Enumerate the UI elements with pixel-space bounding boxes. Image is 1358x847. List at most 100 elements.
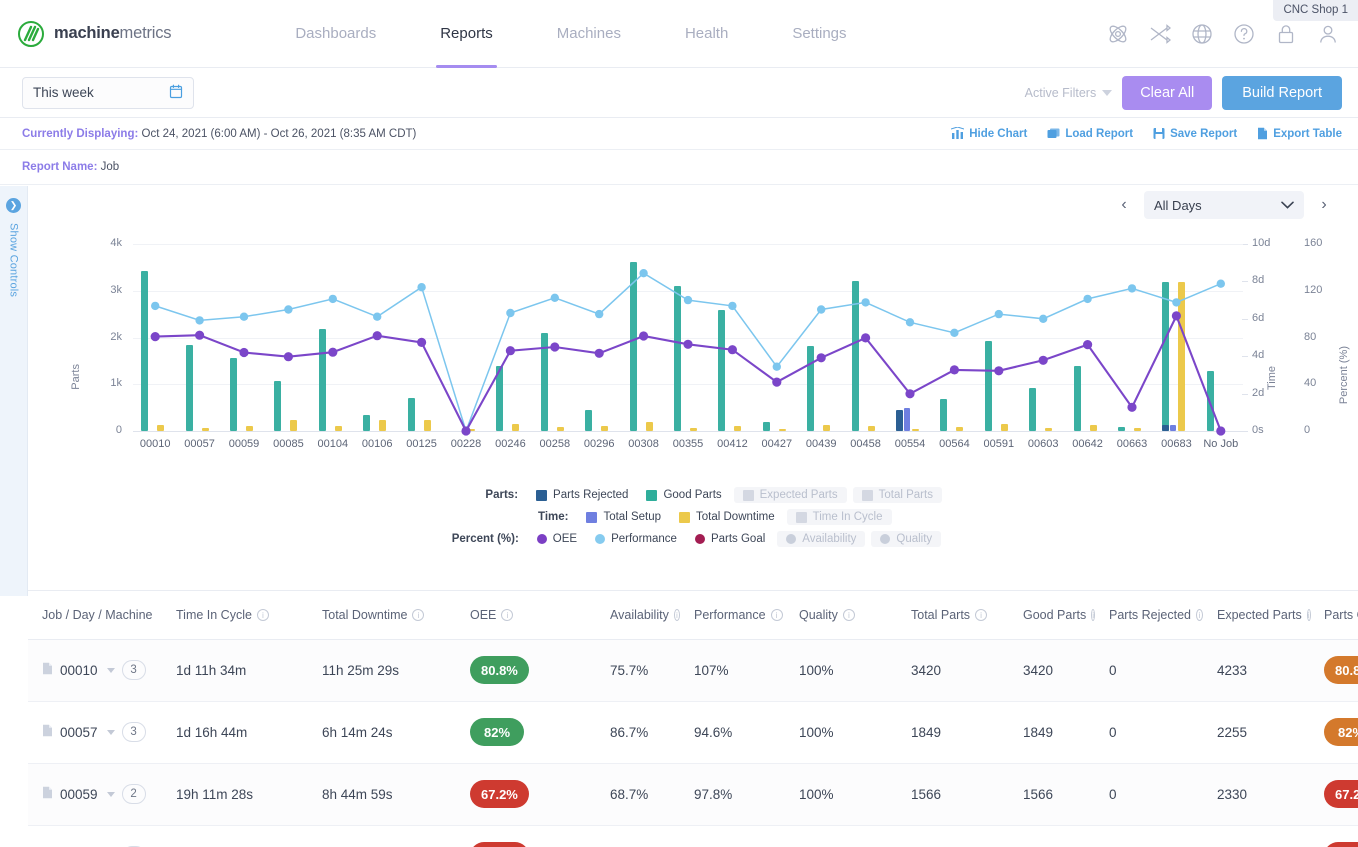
- nav-item-machines[interactable]: Machines: [525, 0, 653, 68]
- bar-good-parts[interactable]: [229, 357, 237, 431]
- bar-good-parts[interactable]: [185, 344, 193, 431]
- legend-item-total-downtime[interactable]: Total Downtime: [670, 509, 784, 525]
- table-header-total-parts[interactable]: Total Parts i: [897, 591, 1009, 640]
- bar-good-parts[interactable]: [540, 333, 548, 431]
- table-header-availability[interactable]: Availability i: [596, 591, 680, 640]
- table-header-total-downtime[interactable]: Total Downtime i: [308, 591, 456, 640]
- atom-icon[interactable]: [1106, 22, 1130, 46]
- bar-total-downtime[interactable]: [601, 426, 609, 431]
- nav-item-dashboards[interactable]: Dashboards: [263, 0, 408, 68]
- bar-good-parts[interactable]: [1029, 388, 1037, 431]
- bar-good-parts[interactable]: [496, 366, 504, 431]
- bar-group[interactable]: [444, 226, 488, 431]
- bar-total-downtime[interactable]: [734, 425, 742, 431]
- hide-chart-button[interactable]: Hide Chart: [951, 127, 1027, 140]
- info-icon[interactable]: i: [412, 608, 425, 621]
- bar-group[interactable]: [799, 226, 843, 431]
- bar-good-parts[interactable]: [274, 381, 282, 431]
- info-icon[interactable]: i: [1195, 608, 1203, 621]
- bar-group[interactable]: [266, 226, 310, 431]
- globe-icon[interactable]: [1190, 22, 1214, 46]
- bar-group[interactable]: [311, 226, 355, 431]
- table-row[interactable]: 00059 2 19h 11m 28s 8h 44m 59s 67.2% 68.7% 97.…: [28, 763, 1358, 826]
- bar-total-downtime[interactable]: [201, 427, 209, 431]
- legend-item-time-in-cycle[interactable]: Time In Cycle: [786, 509, 892, 525]
- table-row[interactable]: 00057 3 1d 16h 44m 6h 14m 24s 82% 86.7% 94.6% 1…: [28, 701, 1358, 764]
- prev-day-button[interactable]: ‹: [1112, 191, 1136, 219]
- bar-total-downtime[interactable]: [1089, 425, 1097, 431]
- bar-total-downtime[interactable]: [157, 425, 165, 431]
- cell-job[interactable]: 00010 3: [28, 639, 162, 702]
- user-icon[interactable]: [1316, 22, 1340, 46]
- bar-good-parts[interactable]: [673, 286, 681, 431]
- bar-good-parts[interactable]: [1162, 282, 1170, 431]
- next-day-button[interactable]: ›: [1312, 191, 1336, 219]
- bar-total-downtime[interactable]: [1000, 424, 1008, 431]
- table-header-job-day-machine[interactable]: Job / Day / Machine: [28, 591, 162, 640]
- bar-good-parts[interactable]: [585, 409, 593, 431]
- legend-item-total-setup[interactable]: Total Setup: [577, 509, 670, 525]
- cell-job[interactable]: 00059 2: [28, 763, 162, 826]
- bar-group[interactable]: [577, 226, 621, 431]
- nav-item-health[interactable]: Health: [653, 0, 760, 68]
- bar-total-downtime[interactable]: [823, 424, 831, 431]
- table-header-parts-rejected[interactable]: Parts Rejected i: [1095, 591, 1203, 640]
- legend-item-good-parts[interactable]: Good Parts: [637, 487, 730, 503]
- bar-total-downtime[interactable]: [645, 421, 653, 431]
- bar-group[interactable]: [621, 226, 665, 431]
- chevron-down-icon[interactable]: [106, 791, 115, 797]
- bar-total-downtime[interactable]: [379, 420, 387, 431]
- bar-total-downtime[interactable]: [867, 425, 875, 431]
- bar-total-downtime[interactable]: [1133, 428, 1141, 431]
- bar-group[interactable]: [666, 226, 710, 431]
- table-header-quality[interactable]: Quality i: [785, 591, 897, 640]
- table-header-expected-parts[interactable]: Expected Parts i: [1203, 591, 1311, 640]
- info-icon[interactable]: i: [975, 608, 988, 621]
- bar-good-parts[interactable]: [984, 341, 992, 431]
- bar-total-downtime[interactable]: [290, 420, 298, 431]
- bar-total-downtime[interactable]: [911, 429, 919, 431]
- chevron-down-icon[interactable]: [106, 729, 115, 735]
- bar-group[interactable]: [133, 226, 177, 431]
- show-controls-rail[interactable]: ❯ Show Controls: [0, 186, 28, 596]
- bar-total-downtime[interactable]: [334, 425, 342, 431]
- bar-good-parts[interactable]: [1206, 371, 1214, 431]
- bar-good-parts[interactable]: [851, 280, 859, 431]
- bar-good-parts[interactable]: [762, 422, 770, 431]
- bar-parts-rejected[interactable]: [895, 410, 903, 431]
- bar-group[interactable]: [1199, 226, 1243, 431]
- date-range-input[interactable]: This week: [22, 76, 194, 109]
- nav-item-reports[interactable]: Reports: [408, 0, 525, 68]
- save-report-button[interactable]: Save Report: [1153, 127, 1237, 140]
- legend-item-expected-parts[interactable]: Expected Parts: [733, 487, 847, 503]
- bar-group[interactable]: [710, 226, 754, 431]
- table-row[interactable]: 00010 3 1d 11h 34m 11h 25m 29s 80.8% 75.7% 107…: [28, 639, 1358, 702]
- bar-good-parts[interactable]: [718, 309, 726, 431]
- day-select-dropdown[interactable]: All Days: [1144, 191, 1304, 219]
- bar-group[interactable]: [488, 226, 532, 431]
- bar-group[interactable]: [222, 226, 266, 431]
- bar-group[interactable]: [888, 226, 932, 431]
- info-icon[interactable]: i: [1306, 608, 1311, 621]
- bar-good-parts[interactable]: [629, 261, 637, 431]
- table-header-oee[interactable]: OEE i: [456, 591, 596, 640]
- bar-total-downtime[interactable]: [467, 429, 475, 431]
- help-icon[interactable]: [1232, 22, 1256, 46]
- info-icon[interactable]: i: [842, 608, 855, 621]
- report-table-wrapper[interactable]: Job / Day / Machine Time In Cycle i Total D…: [28, 590, 1358, 847]
- info-icon[interactable]: i: [770, 608, 783, 621]
- bar-total-downtime[interactable]: [512, 423, 520, 431]
- cell-job[interactable]: 000852: [28, 825, 162, 847]
- bar-group[interactable]: [1021, 226, 1065, 431]
- bar-total-downtime[interactable]: [1178, 282, 1186, 431]
- bar-good-parts[interactable]: [141, 271, 149, 431]
- bar-group[interactable]: [355, 226, 399, 431]
- bar-total-setup[interactable]: [903, 408, 910, 431]
- load-report-button[interactable]: Load Report: [1047, 127, 1133, 140]
- bar-group[interactable]: [399, 226, 443, 431]
- bar-good-parts[interactable]: [1073, 365, 1081, 431]
- export-table-button[interactable]: Export Table: [1257, 127, 1342, 140]
- bar-group[interactable]: [1110, 226, 1154, 431]
- cell-job[interactable]: 00057 3: [28, 701, 162, 764]
- bar-total-downtime[interactable]: [1045, 428, 1053, 431]
